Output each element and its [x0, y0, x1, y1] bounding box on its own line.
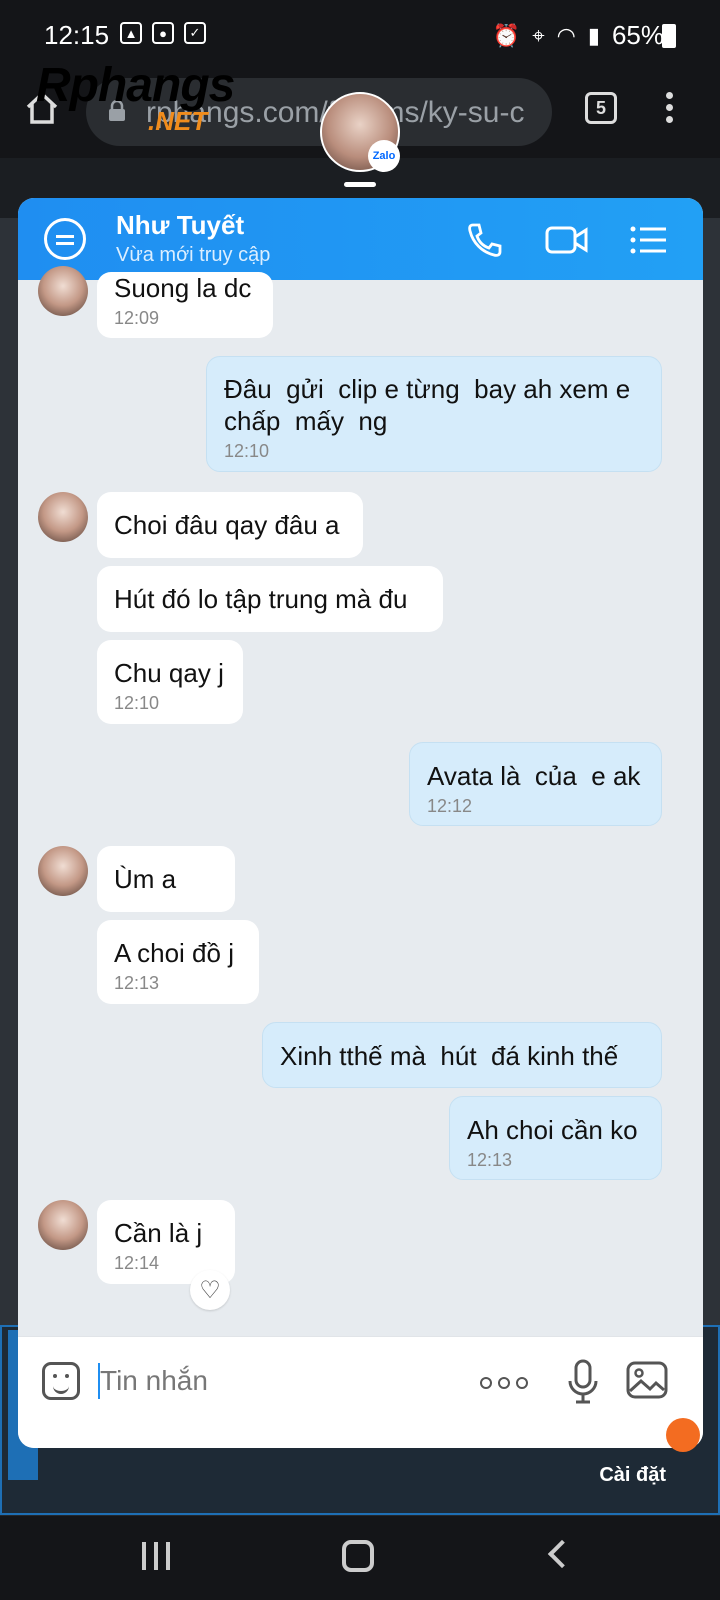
incoming-message[interactable]: A choi đồ j 12:13	[97, 920, 259, 1004]
incoming-message[interactable]: Chu qay j 12:10	[97, 640, 243, 724]
contact-avatar[interactable]	[38, 846, 88, 896]
chat-header: Như Tuyết Vừa mới truy cập	[18, 198, 703, 280]
settings-link[interactable]: Cài đặt	[599, 1464, 666, 1487]
contact-name[interactable]: Như Tuyết	[116, 210, 244, 241]
system-icons: ⏰ ⌖ ◠ ▮ 65%	[493, 20, 664, 51]
outgoing-message[interactable]: Avata là của e ak 12:12	[409, 742, 662, 826]
chat-window: Như Tuyết Vừa mới truy cập Suong la dc 1…	[18, 198, 703, 1448]
battery-percent: 65%	[611, 20, 664, 50]
location-icon: ⌖	[532, 22, 545, 48]
back-icon[interactable]	[547, 1539, 577, 1569]
web-page-edge-left	[0, 218, 20, 1488]
message-composer	[18, 1336, 703, 1448]
web-page-edge-right	[700, 218, 720, 1488]
signal-icon: ▮	[587, 22, 600, 48]
phone-call-icon[interactable]	[464, 220, 504, 260]
image-picker-icon[interactable]	[626, 1361, 668, 1399]
camera-icon: ●	[152, 22, 174, 44]
incoming-message[interactable]: Suong la dc 12:09	[97, 272, 273, 338]
incoming-message[interactable]: Ùm a	[97, 846, 235, 912]
site-logo: Rphangs	[36, 59, 235, 112]
menu-list-icon[interactable]	[628, 220, 668, 260]
contact-avatar[interactable]	[38, 492, 88, 542]
heart-reaction-icon[interactable]: ♡	[190, 1270, 230, 1310]
browser-menu-icon[interactable]	[666, 92, 674, 128]
gallery-icon: ▲	[120, 22, 142, 44]
outgoing-message[interactable]: Ah choi cần ko 12:13	[449, 1096, 662, 1180]
drag-handle[interactable]	[344, 182, 376, 187]
check-icon: ✓	[184, 22, 206, 44]
message-input[interactable]	[100, 1357, 460, 1405]
status-time: 12:15	[44, 20, 110, 50]
navigation-bar	[0, 1516, 720, 1600]
contact-avatar[interactable]	[38, 266, 88, 316]
outgoing-message[interactable]: Đâu gửi clip e từng bay ah xem e chấp mấ…	[206, 356, 662, 472]
tab-switcher-button[interactable]: 5	[585, 92, 617, 124]
contact-status: Vừa mới truy cập	[116, 244, 271, 266]
phone-screen: 12:15 ▲ ● ✓ ⏰ ⌖ ◠ ▮ 65% rphangs.com/foru…	[0, 0, 720, 1600]
notification-icons: ▲ ● ✓	[120, 22, 206, 44]
outgoing-message[interactable]: Xinh tthế mà hút đá kinh thế	[262, 1022, 662, 1088]
chat-bubble-icon[interactable]	[44, 218, 86, 260]
wifi-icon: ◠	[556, 22, 576, 48]
floating-action-badge[interactable]	[666, 1418, 700, 1452]
video-call-icon[interactable]	[544, 220, 590, 260]
home-button-icon[interactable]	[342, 1540, 374, 1572]
alarm-icon: ⏰	[492, 22, 521, 48]
emoji-icon[interactable]	[42, 1362, 80, 1400]
recent-apps-icon[interactable]	[142, 1542, 170, 1570]
microphone-icon[interactable]	[566, 1359, 600, 1405]
battery-icon	[662, 24, 676, 48]
incoming-message[interactable]: Choi đâu qay đâu a	[97, 492, 363, 558]
incoming-message[interactable]: Hút đó lo tập trung mà đu	[97, 566, 443, 632]
contact-avatar[interactable]	[38, 1200, 88, 1250]
message-list[interactable]: Suong la dc 12:09 Đâu gửi clip e từng ba…	[18, 266, 703, 1354]
site-logo-suffix: .NET	[148, 106, 208, 136]
more-options-icon[interactable]	[480, 1377, 528, 1389]
zalo-logo-icon: Zalo	[368, 140, 400, 172]
